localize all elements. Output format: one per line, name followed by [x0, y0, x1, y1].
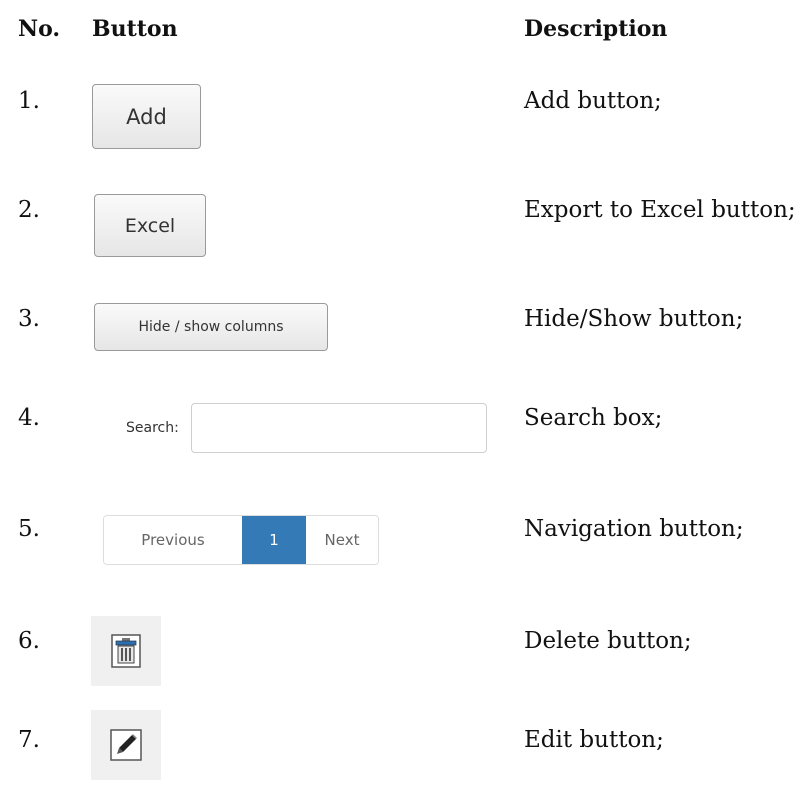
row-number: 5.	[18, 516, 40, 542]
row-number: 1.	[18, 88, 40, 114]
row-description: Navigation button;	[524, 516, 744, 542]
row-description: Add button;	[524, 88, 662, 114]
trash-icon	[111, 634, 141, 668]
next-page-button[interactable]: Next	[306, 516, 378, 564]
row-description: Delete button;	[524, 628, 692, 654]
row-description: Hide/Show button;	[524, 306, 744, 332]
row-number: 7.	[18, 727, 40, 753]
header-description: Description	[524, 16, 668, 42]
delete-button[interactable]	[91, 616, 161, 686]
add-button[interactable]: Add	[92, 84, 201, 149]
row-number: 4.	[18, 405, 40, 431]
row-description: Search box;	[524, 405, 663, 431]
pencil-icon	[110, 729, 142, 761]
row-number: 2.	[18, 197, 40, 223]
search-control: Search:	[126, 403, 487, 453]
header-no: No.	[18, 16, 61, 42]
row-number: 3.	[18, 306, 40, 332]
row-description: Edit button;	[524, 727, 664, 753]
header-button: Button	[92, 16, 178, 42]
edit-button[interactable]	[91, 710, 161, 780]
hide-show-columns-button[interactable]: Hide / show columns	[94, 303, 328, 351]
pagination: Previous 1 Next	[103, 515, 379, 565]
row-description: Export to Excel button;	[524, 197, 796, 223]
row-number: 6.	[18, 628, 40, 654]
page-1-button[interactable]: 1	[242, 516, 306, 564]
excel-button[interactable]: Excel	[94, 194, 206, 257]
previous-page-button[interactable]: Previous	[104, 516, 242, 564]
search-label: Search:	[126, 420, 179, 436]
search-input[interactable]	[190, 403, 487, 453]
